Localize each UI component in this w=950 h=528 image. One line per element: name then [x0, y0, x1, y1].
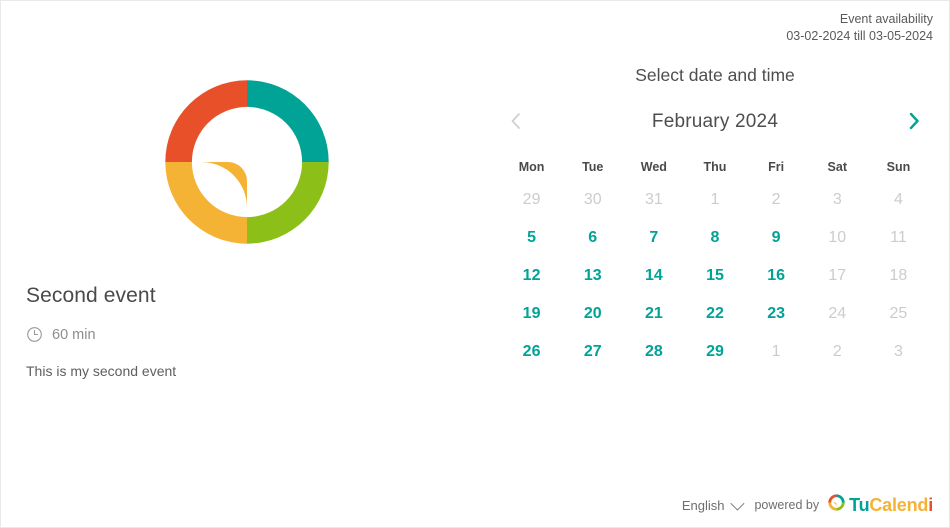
calendar-day-available[interactable]: 5 — [501, 219, 562, 257]
calendar-day-available[interactable]: 6 — [562, 219, 623, 257]
calendar-week-row: 5 6 7 8 9 10 11 — [501, 219, 929, 257]
calendar-day-unavailable: 11 — [890, 229, 907, 246]
month-navigation: February 2024 — [501, 105, 929, 139]
calendar-week-row: 12 13 14 15 16 17 18 — [501, 257, 929, 295]
calendar-day-unavailable: 3 — [893, 343, 903, 360]
calendar-day-available[interactable]: 27 — [562, 333, 623, 371]
calendar-day-unavailable: 31 — [644, 191, 663, 208]
powered-by-label: powered by — [754, 498, 820, 512]
calendar-week-row: 29 30 31 1 2 3 4 — [501, 181, 929, 219]
calendar-day-unavailable: 10 — [828, 229, 847, 246]
calendar-day-available[interactable]: 8 — [684, 219, 745, 257]
calendar-day-available[interactable]: 12 — [501, 257, 562, 295]
calendar-week-row: 19 20 21 22 23 24 25 — [501, 295, 929, 333]
brand-part-i: i — [928, 494, 933, 515]
picker-title: Select date and time — [635, 65, 795, 85]
calendar-day-available[interactable]: 20 — [562, 295, 623, 333]
calendar-day-available[interactable]: 16 — [746, 257, 807, 295]
event-duration: 60 min — [26, 326, 96, 343]
calendar-day-available[interactable]: 13 — [562, 257, 623, 295]
calendar-day-unavailable: 1 — [771, 343, 781, 360]
weekday-mon: Mon — [518, 160, 545, 174]
calendar-day-unavailable: 2 — [832, 343, 842, 360]
tucalendi-clock-logo — [152, 67, 342, 257]
calendar-day-unavailable: 4 — [893, 191, 903, 208]
brand-part-calend: Calend — [869, 494, 929, 515]
chevron-down-icon — [730, 496, 745, 511]
weekday-fri: Fri — [768, 160, 785, 174]
weekday-thu: Thu — [703, 160, 727, 174]
chevron-left-icon — [509, 111, 523, 134]
next-month-button[interactable] — [899, 107, 929, 137]
tucalendi-wordmark: TuCalendi — [849, 495, 933, 516]
booking-widget: Event availability 03-02-2024 till 03-05… — [0, 0, 950, 528]
weekday-sat: Sat — [827, 160, 847, 174]
calendar-day-available[interactable]: 22 — [684, 295, 745, 333]
event-title: Second event — [26, 284, 156, 307]
calendar-day-available[interactable]: 15 — [684, 257, 745, 295]
calendar-day-unavailable: 24 — [828, 305, 847, 322]
calendar-day-unavailable: 2 — [771, 191, 781, 208]
widget-footer: English powered by TuCalendi — [682, 493, 933, 517]
event-details-panel: Second event 60 min This is my second ev… — [1, 1, 479, 527]
brand-part-tu: Tu — [849, 494, 870, 515]
calendar-day-unavailable: 29 — [522, 191, 541, 208]
weekday-sun: Sun — [886, 160, 911, 174]
chevron-right-icon — [906, 110, 922, 135]
calendar-day-available[interactable]: 9 — [746, 219, 807, 257]
calendar-day-available[interactable]: 14 — [623, 257, 684, 295]
calendar-day-available[interactable]: 28 — [623, 333, 684, 371]
calendar-day-available[interactable]: 7 — [623, 219, 684, 257]
calendar-day-available[interactable]: 23 — [746, 295, 807, 333]
weekday-tue: Tue — [582, 160, 604, 174]
language-label: English — [681, 497, 725, 513]
calendar-weekday-header: Mon Tue Wed Thu Fri Sat Sun — [501, 153, 929, 181]
current-month-label: February 2024 — [651, 111, 779, 132]
event-duration-label: 60 min — [52, 326, 96, 343]
event-description: This is my second event — [26, 363, 177, 379]
calendar-day-unavailable: 25 — [889, 305, 908, 322]
weekday-wed: Wed — [640, 160, 667, 174]
calendar-day-available[interactable]: 26 — [501, 333, 562, 371]
calendar-day-available[interactable]: 29 — [684, 333, 745, 371]
calendar-day-available[interactable]: 21 — [623, 295, 684, 333]
calendar-day-unavailable: 1 — [710, 191, 720, 208]
widget-columns: Second event 60 min This is my second ev… — [1, 1, 949, 527]
prev-month-button[interactable] — [501, 107, 531, 137]
calendar-grid: Mon Tue Wed Thu Fri Sat Sun 29 30 31 1 2 3 4 5 6… — [501, 153, 929, 371]
calendar-day-available[interactable]: 19 — [501, 295, 562, 333]
language-selector[interactable]: English — [681, 496, 745, 513]
calendar-weeks: 29 30 31 1 2 3 4 5 6 7 8 9 10 11 12 13 14 15 16 17 18 19 20 21 2… — [501, 181, 929, 371]
calendar-week-row: 26 27 28 29 1 2 3 — [501, 333, 929, 371]
calendar-day-unavailable: 30 — [583, 191, 602, 208]
date-time-picker-panel: Select date and time February 2024 Mon T… — [479, 1, 949, 527]
tucalendi-clock-icon — [827, 493, 846, 517]
tucalendi-brand-link[interactable]: TuCalendi — [827, 493, 933, 517]
clock-icon — [26, 326, 43, 343]
calendar-day-unavailable: 3 — [832, 191, 842, 208]
calendar-day-unavailable: 17 — [828, 267, 847, 284]
calendar-day-unavailable: 18 — [889, 267, 908, 284]
